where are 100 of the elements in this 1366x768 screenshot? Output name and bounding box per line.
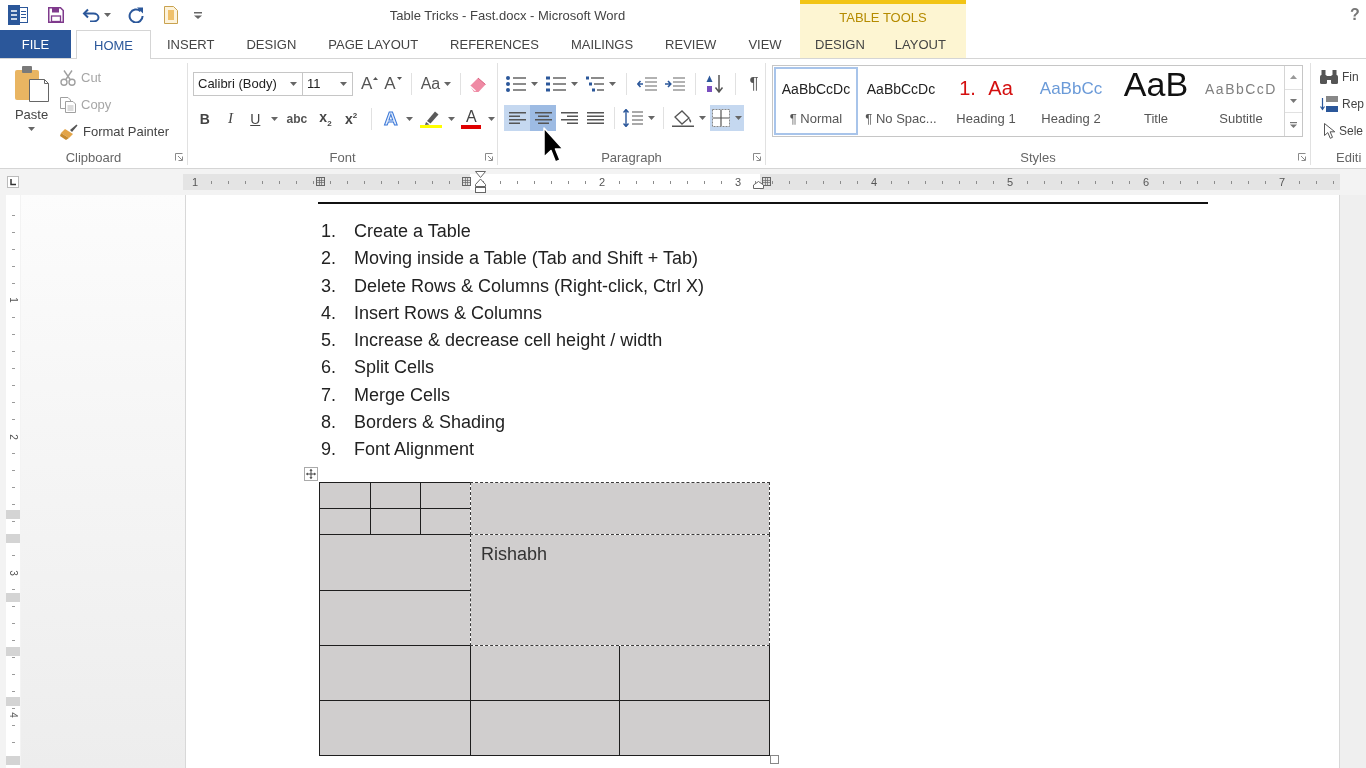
ribbon-tab[interactable]: REVIEW [649, 30, 733, 58]
dialog-launcher-button[interactable] [484, 152, 494, 162]
ribbon-tab[interactable]: INSERT [151, 30, 231, 58]
underline-button[interactable]: U [244, 106, 267, 131]
file-tab[interactable]: FILE [0, 30, 71, 58]
clipboard-icon [14, 66, 49, 102]
list-number: 9. [321, 438, 337, 462]
ruler-number: 4 [7, 711, 19, 719]
superscript-button[interactable]: x$^{2}$ [339, 106, 363, 131]
borders-button[interactable] [710, 105, 732, 131]
group-label: Clipboard [65, 149, 122, 165]
save-button[interactable] [47, 4, 65, 26]
caret-icon [698, 116, 706, 120]
column-marker-icon[interactable] [462, 177, 471, 186]
style-gallery-item[interactable]: AaBbCc Heading 2 [1029, 67, 1113, 135]
ruler-number: 6 [1140, 175, 1152, 189]
ribbon-tab[interactable]: REFERENCES [434, 30, 555, 58]
ribbon-tab[interactable]: MAILINGS [554, 30, 650, 58]
row-marker-icon[interactable] [6, 647, 20, 656]
format-painter-button[interactable]: Format Painter [60, 118, 169, 145]
scroll-up-icon [1290, 75, 1297, 80]
decrease-indent-icon [637, 76, 657, 91]
ribbon-tab[interactable]: LAYOUT [879, 30, 961, 58]
list-number: 2. [321, 247, 337, 271]
dropdown-button[interactable] [732, 105, 744, 131]
scissors-icon [60, 69, 76, 86]
paintbrush-icon [60, 123, 78, 140]
font-color-button[interactable]: A [459, 106, 484, 131]
resize-handle-icon[interactable] [770, 754, 779, 764]
ribbon-tab[interactable]: DESIGN [800, 30, 880, 58]
line-spacing-icon [623, 109, 643, 127]
list-number: 1. [321, 220, 337, 243]
copy-icon [60, 96, 76, 113]
dialog-launcher-button[interactable] [752, 152, 762, 162]
style-gallery-item[interactable]: AaB Title [1114, 67, 1198, 135]
table-cell [319, 481, 371, 509]
mouse-cursor-icon [543, 127, 564, 164]
right-indent-marker-icon[interactable] [753, 181, 764, 189]
align-left-icon [508, 112, 526, 124]
caret-icon [290, 81, 297, 86]
multilevel-list-icon [586, 75, 604, 92]
paste-button[interactable]: Paste [8, 64, 55, 142]
line-spacing-button[interactable] [621, 106, 645, 130]
help-button[interactable]: ? [1348, 4, 1362, 26]
show-marks-button[interactable]: ¶ [745, 71, 763, 96]
repeat-icon [128, 7, 144, 23]
row-marker-icon[interactable] [6, 534, 20, 543]
grow-font-button[interactable]: A [358, 71, 382, 96]
ribbon-tab[interactable]: PAGE LAYOUT [312, 30, 435, 58]
style-gallery-item[interactable]: AaBbCcD Subtitle [1199, 67, 1283, 135]
dialog-launcher-icon [175, 153, 183, 161]
align-center-icon [534, 112, 552, 124]
caret-icon [487, 116, 495, 121]
row-marker-icon[interactable] [6, 697, 20, 706]
move-handle-icon[interactable] [304, 466, 318, 481]
style-gallery-item[interactable]: AaBbCcDc ¶ No Spac... [859, 67, 943, 135]
style-gallery-item[interactable]: 1. Aa Heading 1 [944, 67, 1028, 135]
list-item-text: Delete Rows & Columns (Right-click, Ctrl X) [354, 274, 705, 298]
list-item-text: Font Alignment [354, 438, 475, 462]
ribbon-tab[interactable]: VIEW [732, 30, 798, 58]
indent-marker-icon[interactable] [475, 171, 486, 193]
ribbon-tab[interactable]: DESIGN [230, 30, 313, 58]
shrink-font-button[interactable]: A [381, 71, 405, 96]
column-marker-icon[interactable] [762, 177, 771, 186]
ruler-number: 1 [189, 175, 201, 189]
align-center-button[interactable] [530, 105, 556, 131]
column-marker-icon[interactable] [316, 177, 325, 186]
font-size-field[interactable]: 11 [302, 71, 353, 96]
tab-selector-icon[interactable] [7, 176, 19, 188]
font-name-field[interactable]: Calibri (Body) [193, 71, 303, 96]
document-icon [164, 6, 178, 24]
align-left-button[interactable] [504, 105, 530, 131]
undo-icon [82, 8, 100, 22]
change-case-button[interactable]: Aa [417, 71, 455, 96]
caret-icon [570, 81, 578, 86]
window-title: Table Tricks - Fast.docx - Microsoft Word [389, 7, 626, 23]
scroll-down-icon [1290, 99, 1297, 103]
row-marker-icon[interactable] [6, 510, 20, 519]
strikethrough-button[interactable]: abc [282, 106, 312, 131]
ruler-number: 3 [7, 569, 19, 577]
row-marker-icon[interactable] [6, 756, 20, 765]
ribbon-tab[interactable]: HOME [76, 30, 151, 59]
style-gallery-item[interactable]: AaBbCcDc ¶ Normal [774, 67, 858, 135]
italic-button[interactable]: I [218, 106, 243, 131]
align-right-icon [560, 112, 578, 124]
dialog-launcher-button[interactable] [174, 152, 184, 162]
paint-bucket-icon [672, 109, 694, 127]
dialog-launcher-button[interactable] [1297, 152, 1307, 162]
down-triangle-icon [396, 76, 402, 80]
row-marker-icon[interactable] [6, 593, 20, 602]
document-logo-icon [8, 5, 28, 25]
ruler-number: 2 [7, 433, 19, 441]
sort-icon [706, 74, 724, 93]
caret-icon [647, 116, 655, 120]
select-button[interactable]: Sele [1320, 117, 1366, 144]
bold-button[interactable]: B [193, 106, 217, 131]
replace-button[interactable]: Rep [1320, 90, 1366, 117]
find-button[interactable]: Fin [1320, 63, 1366, 90]
subscript-button[interactable]: x$_{2}$ [313, 106, 338, 131]
caret-icon [340, 81, 347, 86]
